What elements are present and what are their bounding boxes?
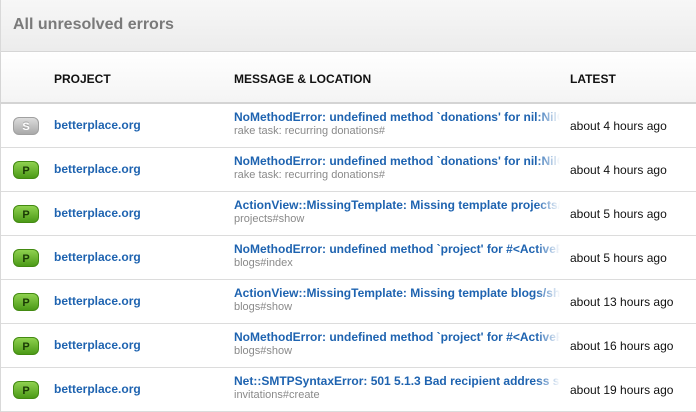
panel-header: All unresolved errors <box>1 0 696 52</box>
environment-badge: P <box>13 337 39 355</box>
message-cell: ActionView::MissingTemplate: Missing tem… <box>234 286 560 314</box>
environment-badge: P <box>13 381 39 399</box>
latest-time: about 5 hours ago <box>570 207 667 221</box>
message-cell: NoMethodError: undefined method `donatio… <box>234 154 560 182</box>
project-link[interactable]: betterplace.org <box>54 338 141 352</box>
error-list: S betterplace.org NoMethodError: undefin… <box>1 104 696 412</box>
project-link[interactable]: betterplace.org <box>54 118 141 132</box>
error-location: rake task: recurring donations# <box>234 169 386 181</box>
error-message-link[interactable]: ActionView::MissingTemplate: Missing tem… <box>234 286 560 301</box>
truncation-fade <box>536 154 560 182</box>
error-location: blogs#index <box>234 257 293 269</box>
error-message-link[interactable]: NoMethodError: undefined method `project… <box>234 330 560 345</box>
latest-time: about 13 hours ago <box>570 295 674 309</box>
project-link[interactable]: betterplace.org <box>54 162 141 176</box>
table-row[interactable]: P betterplace.org ActionView::MissingTem… <box>1 192 696 236</box>
project-link[interactable]: betterplace.org <box>54 382 141 396</box>
message-cell: Net::SMTPSyntaxError: 501 5.1.3 Bad reci… <box>234 374 560 402</box>
table-row[interactable]: P betterplace.org ActionView::MissingTem… <box>1 280 696 324</box>
table-row[interactable]: P betterplace.org NoMethodError: undefin… <box>1 236 696 280</box>
errors-panel: All unresolved errors PROJECT MESSAGE & … <box>0 0 696 412</box>
truncation-fade <box>536 110 560 138</box>
environment-badge: S <box>13 117 39 135</box>
message-cell: NoMethodError: undefined method `donatio… <box>234 110 560 138</box>
project-link[interactable]: betterplace.org <box>54 206 141 220</box>
table-row[interactable]: S betterplace.org NoMethodError: undefin… <box>1 104 696 148</box>
error-message-link[interactable]: ActionView::MissingTemplate: Missing tem… <box>234 198 560 213</box>
environment-badge: P <box>13 161 39 179</box>
latest-time: about 16 hours ago <box>570 339 674 353</box>
truncation-fade <box>536 198 560 226</box>
error-message-link[interactable]: NoMethodError: undefined method `donatio… <box>234 110 560 125</box>
truncation-fade <box>536 286 560 314</box>
truncation-fade <box>536 242 560 270</box>
project-link[interactable]: betterplace.org <box>54 294 141 308</box>
column-header-message[interactable]: MESSAGE & LOCATION <box>234 72 371 86</box>
latest-time: about 19 hours ago <box>570 383 674 397</box>
latest-time: about 4 hours ago <box>570 163 667 177</box>
column-header-latest[interactable]: LATEST <box>570 72 616 86</box>
table-row[interactable]: P betterplace.org NoMethodError: undefin… <box>1 148 696 192</box>
latest-time: about 5 hours ago <box>570 251 667 265</box>
message-cell: ActionView::MissingTemplate: Missing tem… <box>234 198 560 226</box>
table-row[interactable]: P betterplace.org Net::SMTPSyntaxError: … <box>1 368 696 412</box>
environment-badge: P <box>13 205 39 223</box>
truncation-fade <box>536 374 560 402</box>
error-location: invitations#create <box>234 389 320 401</box>
error-location: rake task: recurring donations# <box>234 125 386 137</box>
environment-badge: P <box>13 293 39 311</box>
error-message-link[interactable]: NoMethodError: undefined method `project… <box>234 242 560 257</box>
column-header-project[interactable]: PROJECT <box>54 72 111 86</box>
environment-badge: P <box>13 249 39 267</box>
table-row[interactable]: P betterplace.org NoMethodError: undefin… <box>1 324 696 368</box>
error-location: blogs#show <box>234 301 293 313</box>
error-message-link[interactable]: Net::SMTPSyntaxError: 501 5.1.3 Bad reci… <box>234 374 560 389</box>
message-cell: NoMethodError: undefined method `project… <box>234 330 560 358</box>
table-header: PROJECT MESSAGE & LOCATION LATEST <box>1 52 696 104</box>
message-cell: NoMethodError: undefined method `project… <box>234 242 560 270</box>
panel-title: All unresolved errors <box>13 16 174 33</box>
latest-time: about 4 hours ago <box>570 119 667 133</box>
project-link[interactable]: betterplace.org <box>54 250 141 264</box>
error-location: blogs#show <box>234 345 293 357</box>
error-message-link[interactable]: NoMethodError: undefined method `donatio… <box>234 154 560 169</box>
error-location: projects#show <box>234 213 305 225</box>
truncation-fade <box>536 330 560 358</box>
